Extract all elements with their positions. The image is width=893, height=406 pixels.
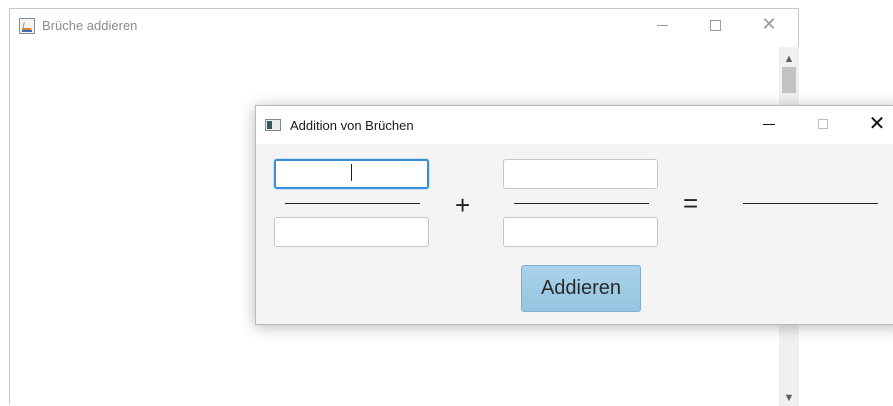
background-minimize-button[interactable] [640, 9, 686, 41]
fraction2-numerator-input[interactable] [503, 159, 658, 189]
close-icon: ✕ [868, 113, 886, 135]
add-button[interactable]: Addieren [521, 265, 641, 312]
dialog-title: Addition von Brüchen [290, 118, 414, 133]
chevron-up-icon[interactable]: ▲ [779, 51, 799, 67]
fraction1-line [285, 203, 420, 204]
maximize-icon [818, 119, 828, 129]
minimize-icon [657, 25, 668, 26]
close-icon: ✕ [761, 14, 777, 34]
fraction2-denominator-input[interactable] [503, 217, 658, 247]
result-fraction-line [743, 203, 878, 204]
background-maximize-button[interactable] [693, 9, 739, 41]
dialog-titlebar: Addition von Brüchen ✕ [256, 106, 893, 144]
chevron-down-icon[interactable]: ▼ [779, 390, 799, 406]
dialog-minimize-button[interactable] [746, 106, 792, 144]
fraction1-denominator-input[interactable] [274, 217, 429, 247]
java-coffee-icon [19, 18, 35, 34]
window-icon [265, 119, 281, 131]
background-window-title: Brüche addieren [42, 18, 138, 33]
plus-sign: + [455, 190, 471, 220]
background-close-button[interactable]: ✕ [746, 9, 792, 41]
background-titlebar: Brüche addieren ✕ [10, 9, 798, 41]
fraction2-line [514, 203, 649, 204]
maximize-icon [710, 20, 721, 31]
dialog-maximize-button[interactable] [800, 106, 846, 144]
text-cursor [351, 164, 352, 181]
minimize-icon [763, 124, 775, 125]
addition-dialog: Addition von Brüchen ✕ + = Addieren [255, 105, 893, 325]
dialog-close-button[interactable]: ✕ [854, 106, 893, 144]
scrollbar-thumb[interactable] [782, 67, 796, 93]
equals-sign: = [683, 188, 699, 218]
